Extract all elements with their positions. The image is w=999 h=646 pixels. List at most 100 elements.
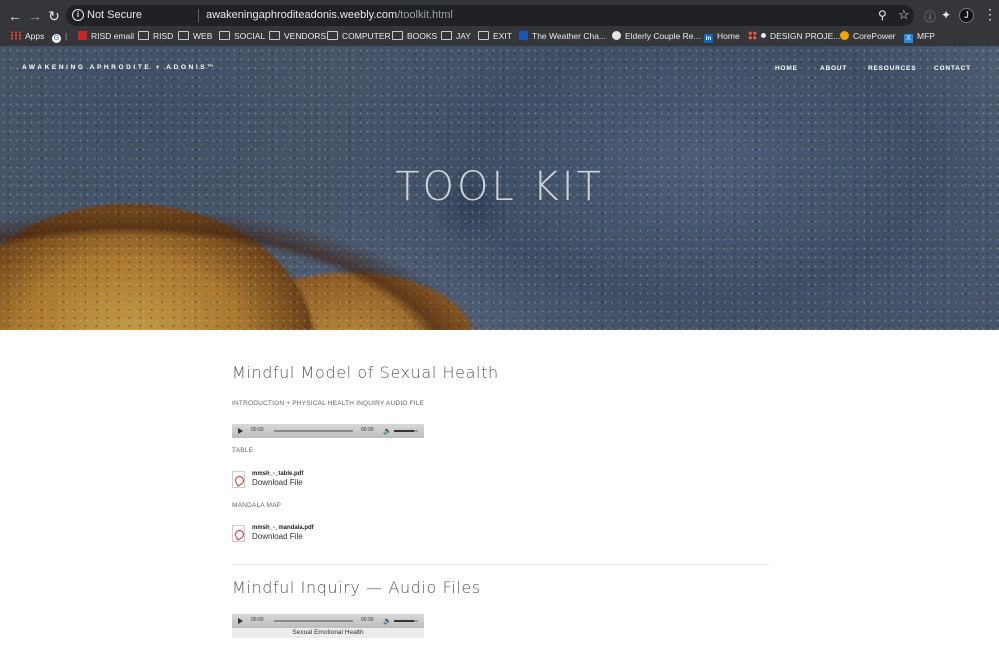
bookmark-star-icon[interactable]: ☆ [898,7,910,23]
asana-icon [748,31,757,40]
bookmark-folder-exit[interactable]: EXIT [478,29,512,43]
bookmark-apps[interactable]: Apps [10,29,44,43]
nav-about[interactable]: ABOUT [820,65,847,72]
folder-icon [178,31,189,40]
table-label: TABLE [232,447,254,454]
folder-icon [327,31,338,40]
volume-slider[interactable] [394,620,414,622]
apps-grid-icon [10,31,21,40]
bookmark-linkedin-home[interactable]: in Home [704,29,740,43]
mfp-icon: X [904,34,913,43]
audio-label: INTRODUCTION + PHYSICAL HEALTH INQUIRY A… [232,400,425,407]
bookmark-label: SOCIAL [234,31,266,41]
play-icon[interactable] [238,428,243,434]
bookmarks-bar: Apps G | RISD email RISD WEB SOCIAL VENDO… [0,26,999,46]
audio-seek-bar[interactable] [274,620,353,622]
bookmark-weather[interactable]: The Weather Cha... [519,29,606,43]
bookmark-label: The Weather Cha... [532,31,607,41]
bookmark-folder-social[interactable]: SOCIAL [219,29,265,43]
bookmark-folder-jay[interactable]: JAY [441,29,471,43]
file-name[interactable]: mmsh_-_table.pdf [252,471,303,477]
section-title: Mindful Inquiry — Audio Files [232,578,481,597]
bookmark-label: MFP [917,31,935,41]
folder-icon [219,31,230,40]
puzzle-icon[interactable]: ✦ [941,8,951,22]
pdf-icon [232,471,245,488]
search-icon[interactable]: ⚲ [878,8,887,22]
play-icon[interactable] [238,618,243,624]
url-host: awakeningaphroditeadonis.weebly.com [206,9,398,21]
bookmark-label: JAY [456,31,471,41]
bookmark-mfp[interactable]: X MFP [904,29,935,43]
section-divider [232,564,769,565]
volume-icon[interactable]: 🔈 [383,427,392,435]
weather-icon [519,31,528,40]
bookmark-label: RISD email [91,31,134,41]
address-separator [198,9,199,22]
folder-icon [441,31,452,40]
url-path: /toolkit.html [397,9,453,21]
back-icon[interactable]: ← [7,8,23,24]
bookmark-elderly-couple[interactable]: Elderly Couple Re... [612,29,701,43]
volume-slider-rest [414,620,418,622]
nav-contact[interactable]: CONTACT [934,65,971,72]
bookmark-google[interactable]: G | [52,29,67,43]
bookmark-label: Home [717,31,740,41]
download-link[interactable]: Download File [252,532,303,541]
volume-slider[interactable] [394,430,414,432]
hero-banner: AWAKENING APHRODITE + ADONIS™ HOME ABOUT… [0,46,999,330]
volume-icon[interactable]: 🔈 [383,617,392,625]
folder-icon [392,31,403,40]
reload-icon[interactable]: ↻ [46,8,62,24]
bookmark-risd-email[interactable]: RISD email [78,29,134,43]
risd-icon [78,31,87,40]
bookmark-label: DESIGN PROJE... [770,31,841,41]
nav-home[interactable]: HOME [775,65,798,72]
bookmark-folder-computer[interactable]: COMPUTER [327,29,391,43]
bookmark-folder-vendors[interactable]: VENDORS [269,29,326,43]
info-icon[interactable]: i [72,9,84,21]
address-bar[interactable]: i Not Secure awakeningaphroditeadonis.we… [66,5,914,26]
folder-icon [138,31,149,40]
download-link[interactable]: Download File [252,478,303,487]
menu-icon[interactable]: ⋮ [983,6,997,22]
bookmark-design-projects[interactable]: DESIGN PROJE... [748,29,840,43]
circle-icon [612,31,621,40]
section-title: Mindful Model of Sexual Health [232,363,499,382]
audio-player[interactable]: 00:00 00:00 🔈 [232,614,424,628]
bookmark-corepower[interactable]: CorePower [840,29,896,43]
audio-caption: Sexual Emotional Health [232,628,424,638]
bookmark-label: COMPUTER [342,31,391,41]
extension-icon[interactable]: ⓘ [924,8,936,25]
bookmark-label: Elderly Couple Re... [625,31,701,41]
pdf-icon [232,525,245,542]
corepower-icon [840,31,849,40]
audio-duration: 00:00 [361,427,374,433]
profile-avatar[interactable]: J [959,8,974,23]
bookmark-label: Apps [25,31,45,41]
site-logo[interactable]: AWAKENING APHRODITE + ADONIS™ [22,64,216,71]
dot-icon [761,33,766,38]
audio-seek-bar[interactable] [274,430,353,432]
bookmark-label: VENDORS [284,31,327,41]
audio-current-time: 00:00 [251,617,264,623]
file-name[interactable]: mmsh_-_mandala.pdf [252,525,314,531]
linkedin-icon: in [704,34,713,43]
audio-player[interactable]: 00:00 00:00 🔈 [232,424,424,438]
bookmark-label: BOOKS [407,31,438,41]
bookmark-label: RISD [153,31,174,41]
mandala-label: MANDALA MAP [232,502,282,509]
nav-resources[interactable]: RESOURCES [868,65,916,72]
bookmark-label: WEB [193,31,213,41]
url-text[interactable]: awakeningaphroditeadonis.weebly.com/tool… [206,9,453,21]
bookmark-folder-risd[interactable]: RISD [138,29,173,43]
security-label: Not Secure [87,9,143,21]
forward-icon[interactable]: → [27,8,43,24]
bookmark-label: CorePower [853,31,896,41]
audio-duration: 00:00 [361,617,374,623]
audio-current-time: 00:00 [251,427,264,433]
folder-icon [269,31,280,40]
bookmark-folder-books[interactable]: BOOKS [392,29,437,43]
page-title: TOOL KIT [395,164,604,210]
bookmark-folder-web[interactable]: WEB [178,29,212,43]
